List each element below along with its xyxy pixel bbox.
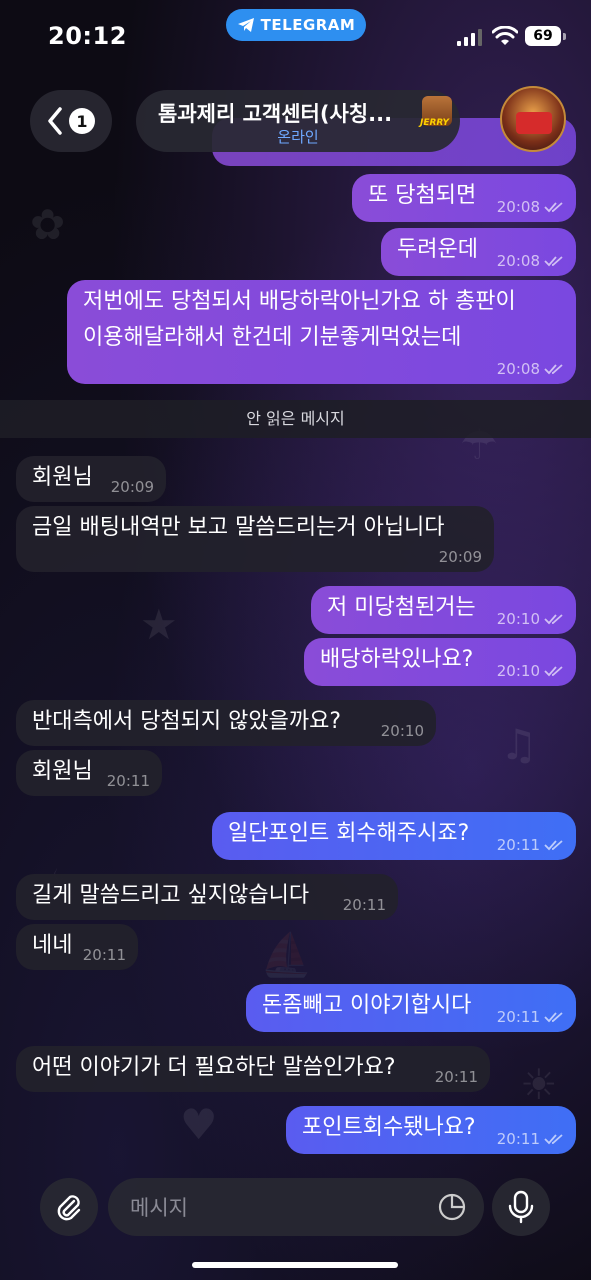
message-bubble-outgoing[interactable]: 저 미당첨된거는 20:10: [311, 586, 576, 634]
double-check-icon: [544, 1134, 563, 1145]
chat-title-bar[interactable]: 톰과제리 고객센터(사칭... 온라인 JERRY: [136, 90, 460, 152]
doodle-icon: ⛵: [260, 930, 313, 979]
telegram-banner[interactable]: TELEGRAM: [226, 9, 366, 41]
message-bubble-outgoing[interactable]: 배당하락있나요? 20:10: [304, 638, 576, 686]
message-bubble-outgoing[interactable]: 저번에도 당첨되서 배당하락아닌가요 하 총판이 이용해달라해서 한건데 기분좋…: [67, 280, 576, 384]
double-check-icon: [544, 202, 563, 213]
microphone-icon: [508, 1190, 534, 1224]
message-text: 저 미당첨된거는: [327, 595, 476, 620]
doodle-icon: ✿: [30, 200, 66, 249]
attach-button[interactable]: [40, 1178, 98, 1236]
message-bubble-incoming[interactable]: 네네 20:11: [16, 924, 138, 970]
double-check-icon: [544, 1012, 563, 1023]
avatar-emblem: [516, 112, 552, 134]
message-bubble-outgoing[interactable]: 일단포인트 회수해주시죠? 20:11: [212, 812, 576, 860]
home-indicator[interactable]: [192, 1262, 398, 1268]
message-text: 금일 배팅내역만 보고 말씀드리는거 아닙니다: [32, 515, 445, 540]
verified-logo-icon: JERRY: [420, 96, 452, 128]
message-bubble-incoming[interactable]: 회원님 20:09: [16, 456, 166, 502]
message-bubble-outgoing[interactable]: 두려운데 20:08: [381, 228, 576, 276]
message-text: 네네: [32, 933, 73, 958]
telegram-plane-icon: [237, 18, 254, 32]
message-time: 20:11: [342, 896, 386, 914]
message-time: 20:08: [496, 360, 540, 378]
voice-message-button[interactable]: [492, 1178, 550, 1236]
message-bubble-incoming[interactable]: 어떤 이야기가 더 필요하단 말씀인가요? 20:11: [16, 1046, 490, 1092]
message-text: 배당하락있나요?: [320, 647, 474, 672]
message-time: 20:11: [82, 946, 126, 964]
status-bar: 20:12 TELEGRAM 69: [0, 0, 591, 72]
paperclip-icon: [57, 1195, 81, 1221]
doodle-icon: ♫: [500, 720, 538, 769]
message-line: 저번에도 당첨되서 배당하락아닌가요 하 총판이: [83, 289, 516, 314]
message-time: 20:11: [496, 836, 540, 854]
double-check-icon: [544, 614, 563, 625]
online-status: 온라인: [277, 128, 319, 146]
message-bubble-incoming[interactable]: 길게 말씀드리고 싶지않습니다 20:11: [16, 874, 398, 920]
chat-title: 톰과제리 고객센터(사칭...: [158, 102, 393, 126]
banner-label: TELEGRAM: [260, 16, 356, 34]
chat-avatar[interactable]: [500, 86, 566, 152]
message-text: 일단포인트 회수해주시죠?: [228, 821, 470, 846]
message-time: 20:11: [106, 772, 150, 790]
doodle-icon: ★: [140, 600, 178, 649]
message-bubble-outgoing[interactable]: 포인트회수됐나요? 20:11: [286, 1106, 576, 1154]
message-text: 길게 말씀드리고 싶지않습니다: [32, 883, 310, 908]
battery-indicator: 69: [525, 26, 566, 46]
message-text: 포인트회수됐나요?: [302, 1115, 476, 1140]
message-input-field[interactable]: [108, 1178, 484, 1238]
message-bubble-incoming[interactable]: 반대측에서 당첨되지 않았을까요? 20:10: [16, 700, 436, 746]
wifi-icon: [492, 26, 518, 45]
message-text: 또 당첨되면: [368, 183, 477, 208]
double-check-icon: [544, 666, 563, 677]
message-time: 20:10: [496, 662, 540, 680]
back-button[interactable]: 1: [30, 90, 112, 152]
cellular-signal-icon: [457, 29, 482, 46]
message-time: 20:10: [496, 610, 540, 628]
message-text: 회원님: [32, 465, 93, 490]
clock: 20:12: [48, 22, 127, 50]
message-time: 20:10: [380, 722, 424, 740]
message-bubble-outgoing[interactable]: 또 당첨되면 20:08: [352, 174, 576, 222]
message-time: 20:11: [434, 1068, 478, 1086]
message-time: 20:08: [496, 252, 540, 270]
message-time: 20:11: [496, 1130, 540, 1148]
sticker-icon[interactable]: [438, 1193, 466, 1221]
message-input[interactable]: [128, 1178, 432, 1238]
message-text: 어떤 이야기가 더 필요하단 말씀인가요?: [32, 1055, 396, 1080]
message-time: 20:09: [110, 478, 154, 496]
doodle-icon: ♥: [180, 1100, 218, 1149]
unread-count-badge: 1: [69, 108, 95, 134]
message-time: 20:08: [496, 198, 540, 216]
message-bubble-incoming[interactable]: 금일 배팅내역만 보고 말씀드리는거 아닙니다 20:09: [16, 506, 494, 572]
message-bubble-incoming[interactable]: 회원님 20:11: [16, 750, 162, 796]
message-text: 돈좀빼고 이야기합시다: [262, 993, 472, 1018]
message-line: 이용해달라해서 한건데 기분좋게먹었는데: [83, 325, 462, 350]
message-time: 20:11: [496, 1008, 540, 1026]
double-check-icon: [544, 256, 563, 267]
double-check-icon: [544, 840, 563, 851]
unread-messages-divider: 안 읽은 메시지: [0, 400, 591, 438]
logo-text: JERRY: [420, 118, 450, 128]
doodle-icon: ☀: [520, 1060, 558, 1109]
message-text: 저번에도 당첨되서 배당하락아닌가요 하 총판이 이용해달라해서 한건데 기분좋…: [83, 284, 516, 356]
message-text: 회원님: [32, 759, 93, 784]
double-check-icon: [544, 364, 563, 375]
message-text: 두려운데: [397, 237, 478, 262]
message-text: 반대측에서 당첨되지 않았을까요?: [32, 709, 342, 734]
message-bubble-outgoing[interactable]: 돈좀빼고 이야기합시다 20:11: [246, 984, 576, 1032]
chevron-left-icon: [48, 107, 62, 135]
message-time: 20:09: [438, 548, 482, 566]
